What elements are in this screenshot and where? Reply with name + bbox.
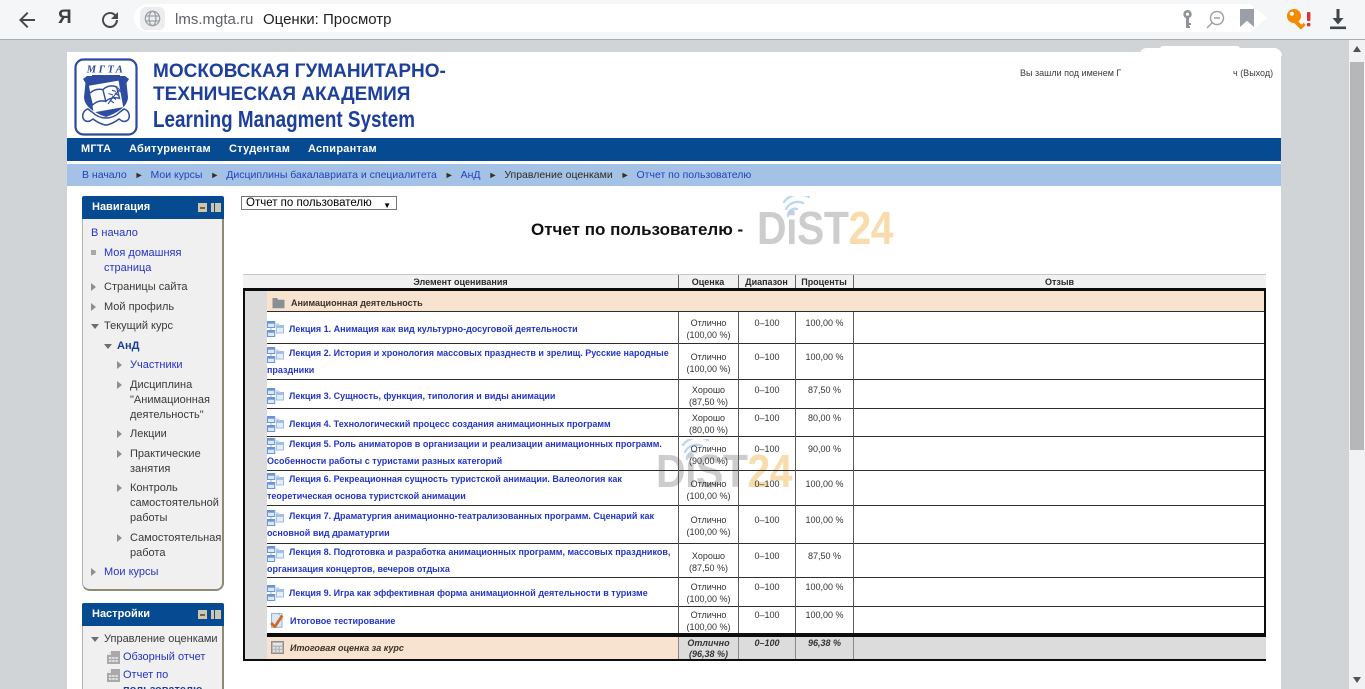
svg-text:МГТА: МГТА [86,65,125,76]
